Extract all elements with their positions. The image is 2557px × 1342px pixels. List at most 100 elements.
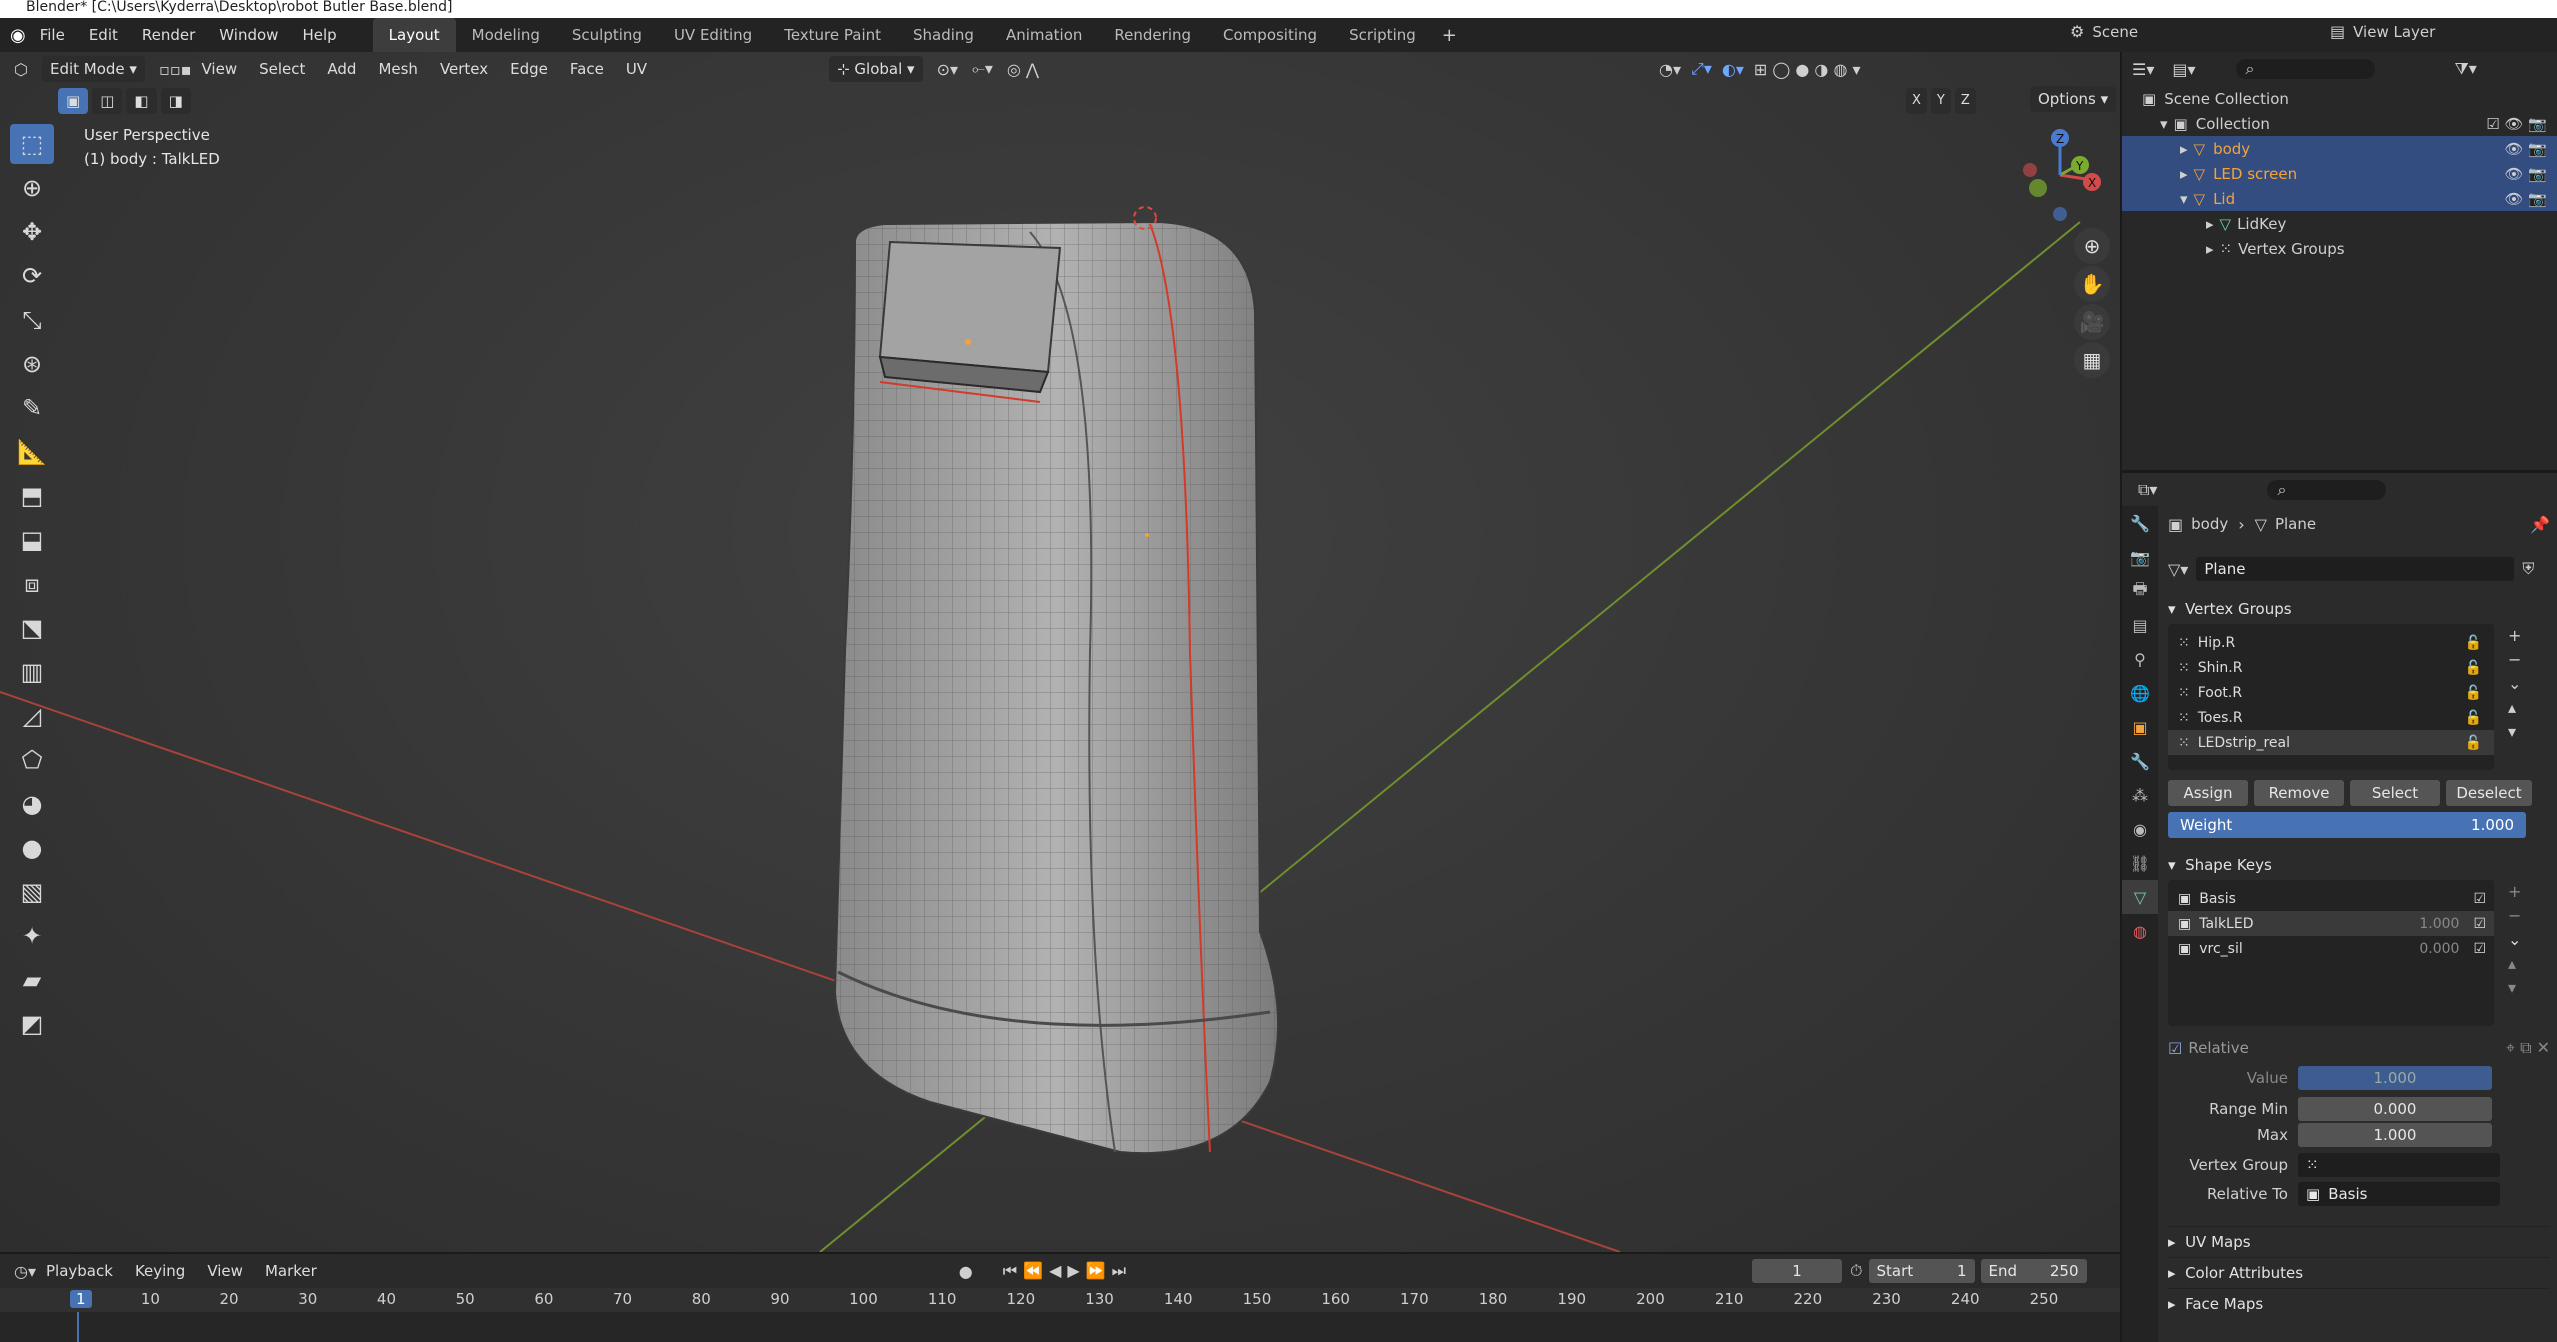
move-down-icon[interactable]: ▾ xyxy=(2508,976,2521,1000)
shape-keys-panel-header[interactable]: ▾ Shape Keys xyxy=(2168,850,2550,880)
inset-tool-icon[interactable]: ⧈ xyxy=(10,564,54,604)
world-tab-icon[interactable]: 🌐 xyxy=(2122,676,2158,710)
shape-key-list[interactable]: ▣ Basis ☑ ▣ TalkLED 1.000 ☑ ▣ vrc_sil 0.000 ☑ xyxy=(2168,880,2494,1026)
menu-help[interactable]: Help xyxy=(302,26,336,44)
outliner-search-icon[interactable]: ⌕ xyxy=(2235,59,2375,79)
editor-type-icon[interactable]: ⬡ xyxy=(14,60,28,79)
add-workspace-icon[interactable]: + xyxy=(1442,25,1457,46)
data-tab-icon[interactable]: ▽ xyxy=(2122,880,2158,914)
move-up-icon[interactable]: ▴ xyxy=(2508,696,2521,720)
output-tab-icon[interactable]: 🖶 xyxy=(2122,574,2158,608)
viewport-menu-select[interactable]: Select xyxy=(259,60,305,78)
shape-key-item[interactable]: ▣ vrc_sil 0.000 ☑ xyxy=(2168,936,2494,961)
visibility-icons[interactable]: 👁 📷 xyxy=(2505,190,2548,208)
remove-button[interactable]: Remove xyxy=(2254,780,2344,806)
lidkey-row[interactable]: ▸ ▽ LidKey xyxy=(2122,211,2557,236)
visibility-icons[interactable]: 👁 📷 xyxy=(2505,165,2548,183)
particles-tab-icon[interactable]: ⁂ xyxy=(2122,778,2158,812)
fake-user-icon[interactable]: ⛨ xyxy=(2522,559,2534,579)
shape-key-item[interactable]: ▣ Basis ☑ xyxy=(2168,886,2494,911)
mute-checkbox[interactable]: ☑ xyxy=(2473,891,2486,907)
shape-key-item[interactable]: ▣ TalkLED 1.000 ☑ xyxy=(2168,911,2494,936)
expand-arrow-icon[interactable]: ▾ xyxy=(2180,190,2188,208)
add-vertex-group-icon[interactable]: + xyxy=(2508,624,2521,648)
timeline-menu-keying[interactable]: Keying xyxy=(135,1262,185,1280)
viewport-menu-uv[interactable]: UV xyxy=(626,60,647,78)
menu-edit[interactable]: Edit xyxy=(89,26,118,44)
xray-icon[interactable]: ◐▾ xyxy=(1722,60,1744,79)
expand-arrow-icon[interactable]: ▾ xyxy=(2160,115,2168,133)
lock-icon[interactable]: 🔓 xyxy=(2465,735,2482,751)
visibility-icons[interactable]: ☑ 👁 📷 xyxy=(2486,115,2547,133)
panel-uv-maps[interactable]: ▸ UV Maps xyxy=(2168,1226,2550,1257)
record-icon[interactable]: ● xyxy=(959,1262,973,1281)
extend-selection-icon[interactable]: ◫ xyxy=(92,88,123,114)
new-selection-icon[interactable]: ▣ xyxy=(58,88,89,114)
move-up-icon[interactable]: ▴ xyxy=(2508,952,2521,976)
shrink-fatten-tool-icon[interactable]: ✦ xyxy=(10,916,54,956)
vertex-groups-row[interactable]: ▸ ⁙ Vertex Groups xyxy=(2122,236,2557,261)
modifiers-tab-icon[interactable]: 🔧 xyxy=(2122,744,2158,778)
value-field[interactable]: 1.000 xyxy=(2298,1066,2492,1090)
rotate-tool-icon[interactable]: ⟳ xyxy=(10,256,54,296)
relative-checkbox[interactable]: ☑ xyxy=(2168,1039,2182,1058)
viewport-menu-add[interactable]: Add xyxy=(327,60,356,78)
edge-slide-tool-icon[interactable]: ▧ xyxy=(10,872,54,912)
viewport-menu-vertex[interactable]: Vertex xyxy=(440,60,488,78)
panel-color-attributes[interactable]: ▸ Color Attributes xyxy=(2168,1257,2550,1288)
select-button[interactable]: Select xyxy=(2350,780,2440,806)
timeline-menu-marker[interactable]: Marker xyxy=(265,1262,317,1280)
visibility-icons[interactable]: 👁 📷 xyxy=(2505,140,2548,158)
tab-modeling[interactable]: Modeling xyxy=(456,18,556,52)
shape-key-menu-icon[interactable]: ⌄ xyxy=(2508,928,2521,952)
spin-tool-icon[interactable]: ◕ xyxy=(10,784,54,824)
mirror-z-button[interactable]: Z xyxy=(1954,88,1976,114)
subtract-selection-icon[interactable]: ◧ xyxy=(126,88,157,114)
deselect-button[interactable]: Deselect xyxy=(2446,780,2532,806)
select-box-tool-icon[interactable]: ⬚ xyxy=(10,124,54,164)
timeline-track[interactable] xyxy=(0,1312,2120,1342)
menu-file[interactable]: File xyxy=(40,26,65,44)
vertex-group-field[interactable]: ⁙ xyxy=(2298,1153,2500,1177)
max-field[interactable]: 1.000 xyxy=(2298,1123,2492,1147)
tab-uv-editing[interactable]: UV Editing xyxy=(658,18,768,52)
smooth-tool-icon[interactable]: ● xyxy=(10,828,54,868)
tab-shading[interactable]: Shading xyxy=(897,18,990,52)
playback-controls-icon[interactable]: ⏮⏪◀▶⏩⏭ xyxy=(1003,1261,1132,1281)
vertex-group-item[interactable]: ⁙ LEDstrip_real 🔓 xyxy=(2168,730,2494,755)
lock-icon[interactable]: 🔓 xyxy=(2465,635,2482,651)
vertex-groups-panel-header[interactable]: ▾ Vertex Groups xyxy=(2168,594,2550,624)
bevel-tool-icon[interactable]: ⬔ xyxy=(10,608,54,648)
scene-collection-row[interactable]: ▣ Scene Collection xyxy=(2122,86,2557,111)
rip-region-tool-icon[interactable]: ◩ xyxy=(10,1004,54,1044)
outliner-editor-icon[interactable]: ☰▾ xyxy=(2132,60,2154,79)
vertex-group-item[interactable]: ⁙ Foot.R 🔓 xyxy=(2168,680,2494,705)
viewport-menu-edge[interactable]: Edge xyxy=(510,60,548,78)
transform-tool-icon[interactable]: ⊛ xyxy=(10,344,54,384)
move-down-icon[interactable]: ▾ xyxy=(2508,720,2521,744)
shear-tool-icon[interactable]: ▰ xyxy=(10,960,54,1000)
remove-vertex-group-icon[interactable]: − xyxy=(2508,648,2521,672)
move-tool-icon[interactable]: ✥ xyxy=(10,212,54,252)
mute-checkbox[interactable]: ☑ xyxy=(2473,941,2486,957)
blender-logo-icon[interactable]: ◉ xyxy=(10,25,26,46)
mesh-data-icon[interactable]: ▽▾ xyxy=(2168,560,2188,579)
timeline-menu-view[interactable]: View xyxy=(207,1262,243,1280)
options-button[interactable]: Options ▾ xyxy=(2030,86,2117,112)
lock-icon[interactable]: 🔓 xyxy=(2465,710,2482,726)
vertex-group-item[interactable]: ⁙ Hip.R 🔓 xyxy=(2168,630,2494,655)
transform-orientation[interactable]: ⊹ Global ▾ xyxy=(829,56,923,82)
select-mode-icons[interactable]: ▫▫▪ xyxy=(159,60,192,79)
scale-tool-icon[interactable]: ⤡ xyxy=(10,300,54,340)
timeline-menu-playback[interactable]: Playback xyxy=(46,1262,113,1280)
outliner-item-lid[interactable]: ▾ ▽ Lid 👁 📷 xyxy=(2122,186,2557,211)
intersect-selection-icon[interactable]: ◨ xyxy=(160,88,191,114)
view-layer-selector[interactable]: ▤ View Layer xyxy=(2330,22,2435,41)
range-min-field[interactable]: 0.000 xyxy=(2298,1097,2492,1121)
vertex-group-item[interactable]: ⁙ Shin.R 🔓 xyxy=(2168,655,2494,680)
scene-tab-icon[interactable]: ⚲ xyxy=(2122,642,2158,676)
tab-scripting[interactable]: Scripting xyxy=(1333,18,1432,52)
start-frame-field[interactable]: Start 1 xyxy=(1868,1259,1975,1283)
annotate-tool-icon[interactable]: ✎ xyxy=(10,388,54,428)
lock-icon[interactable]: 🔓 xyxy=(2465,685,2482,701)
